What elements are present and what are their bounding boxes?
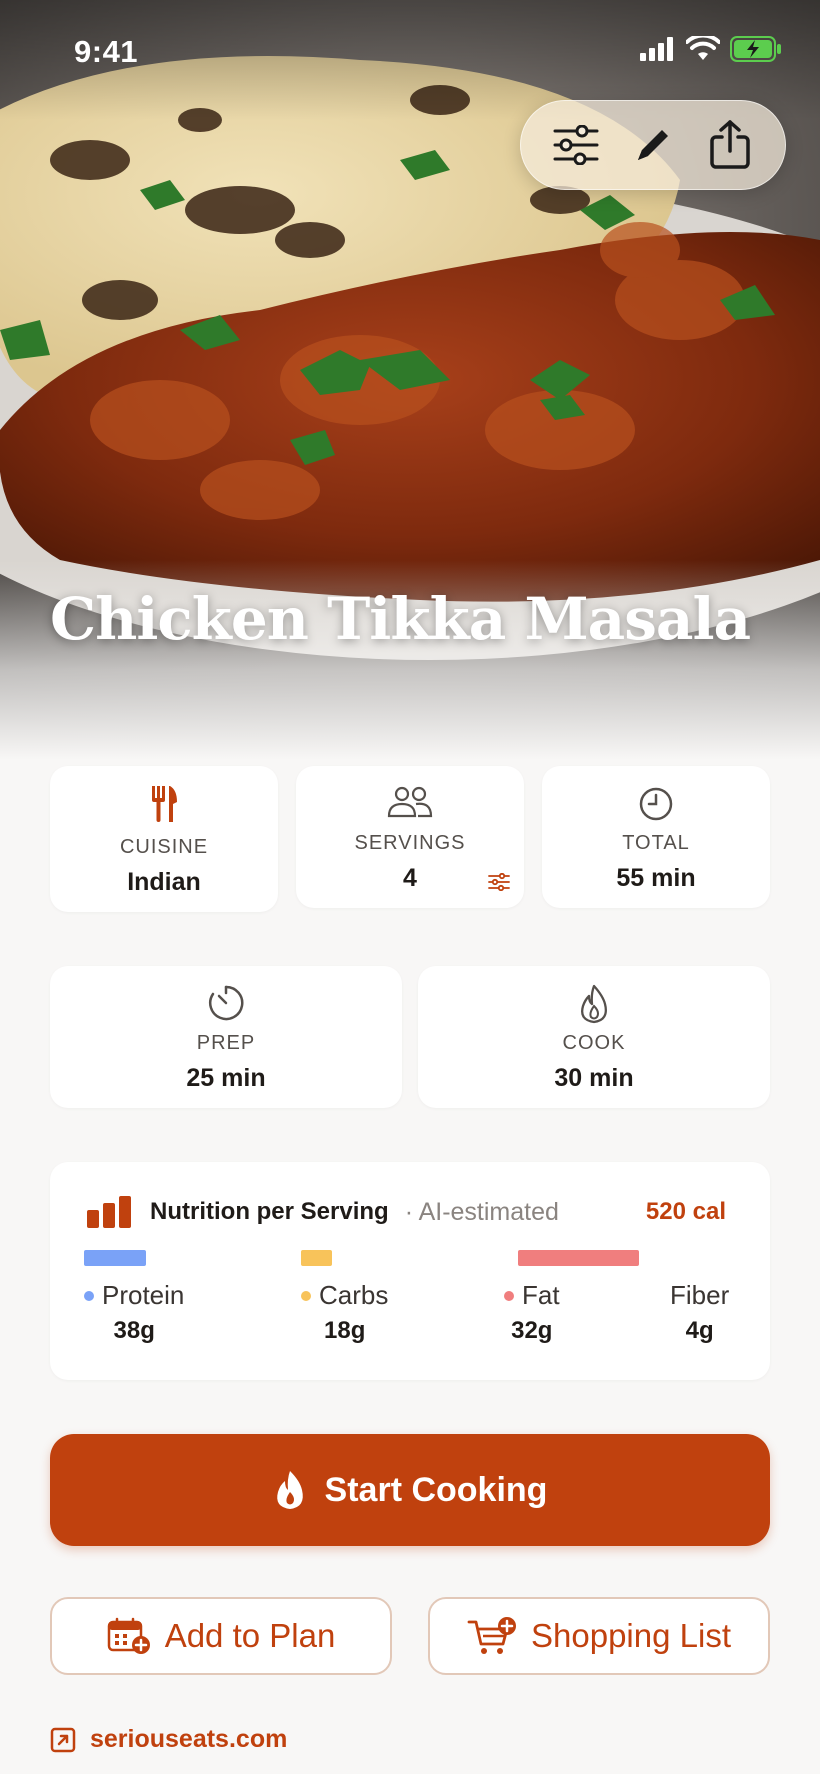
prep-time-card: PREP 25 min bbox=[50, 966, 402, 1108]
fat-bar bbox=[518, 1250, 639, 1266]
macro-fat: Fat 32g bbox=[504, 1280, 560, 1345]
carbs-bar bbox=[301, 1250, 332, 1266]
sliders-icon bbox=[553, 125, 599, 165]
cook-label: COOK bbox=[562, 1032, 626, 1054]
fat-value: 32g bbox=[511, 1317, 553, 1344]
source-link[interactable]: seriouseats.com bbox=[50, 1725, 287, 1754]
servings-label: SERVINGS bbox=[354, 832, 466, 854]
status-time: 9:41 bbox=[74, 34, 139, 69]
cook-value: 30 min bbox=[554, 1064, 634, 1092]
protein-value: 38g bbox=[113, 1317, 155, 1344]
adjust-servings-icon[interactable] bbox=[488, 872, 510, 896]
macro-protein: Protein 38g bbox=[84, 1280, 184, 1345]
prep-value: 25 min bbox=[186, 1064, 266, 1092]
share-button[interactable] bbox=[700, 115, 760, 175]
timer-icon bbox=[50, 984, 402, 1022]
cook-time-card: COOK 30 min bbox=[418, 966, 770, 1108]
start-cooking-button[interactable]: Start Cooking bbox=[50, 1434, 770, 1546]
cuisine-label: CUISINE bbox=[119, 836, 209, 858]
fork-knife-icon bbox=[50, 784, 278, 824]
prep-label: PREP bbox=[196, 1032, 256, 1054]
nutrition-card[interactable]: Nutrition per Serving · AI-estimated 520… bbox=[50, 1162, 770, 1380]
pencil-icon bbox=[637, 130, 668, 160]
protein-label: Protein bbox=[102, 1280, 185, 1310]
flame-icon bbox=[418, 984, 770, 1024]
wifi-icon bbox=[686, 36, 720, 60]
status-icons bbox=[640, 36, 782, 62]
bar-chart-icon bbox=[87, 1196, 131, 1228]
add-to-plan-button[interactable]: Add to Plan bbox=[50, 1597, 392, 1675]
total-label: TOTAL bbox=[622, 832, 690, 854]
total-time-card: TOTAL 55 min bbox=[542, 766, 770, 908]
cart-add-icon bbox=[467, 1617, 516, 1654]
protein-bar bbox=[84, 1250, 146, 1266]
nutrition-header: Nutrition per Serving · AI-estimated 520… bbox=[86, 1196, 726, 1228]
total-value: 55 min bbox=[616, 864, 696, 892]
external-link-icon bbox=[50, 1727, 76, 1752]
nutrition-title: Nutrition per Serving bbox=[150, 1198, 389, 1225]
edit-button[interactable] bbox=[623, 115, 683, 175]
status-bar: 9:41 bbox=[0, 0, 820, 100]
shopping-list-button[interactable]: Shopping List bbox=[428, 1597, 770, 1675]
cuisine-card: CUISINE Indian bbox=[50, 766, 278, 912]
add-to-plan-label: Add to Plan bbox=[164, 1617, 336, 1654]
recipe-title: Chicken Tikka Masala bbox=[50, 585, 751, 653]
calendar-add-icon bbox=[107, 1617, 150, 1654]
calories-value: 520 cal bbox=[645, 1198, 726, 1225]
share-icon bbox=[710, 120, 751, 169]
macro-fiber: Fiber 4g bbox=[670, 1280, 729, 1345]
clock-icon bbox=[542, 786, 770, 822]
flame-icon bbox=[276, 1471, 303, 1509]
fat-label: Fat bbox=[522, 1280, 560, 1310]
protein-dot bbox=[84, 1290, 94, 1301]
fat-dot bbox=[504, 1290, 514, 1301]
shopping-list-label: Shopping List bbox=[531, 1617, 731, 1654]
carbs-dot bbox=[301, 1290, 311, 1301]
carbs-value: 18g bbox=[324, 1317, 366, 1344]
people-icon bbox=[296, 786, 524, 818]
carbs-label: Carbs bbox=[319, 1280, 389, 1310]
ai-estimated-note: · AI-estimated bbox=[404, 1197, 559, 1226]
adjust-button[interactable] bbox=[546, 115, 606, 175]
recipe-actions-toolbar bbox=[520, 100, 786, 190]
start-cooking-label: Start Cooking bbox=[324, 1470, 548, 1509]
cuisine-value: Indian bbox=[127, 868, 201, 896]
fiber-label: Fiber bbox=[670, 1280, 730, 1310]
source-domain: seriouseats.com bbox=[90, 1725, 288, 1753]
macro-carbs: Carbs 18g bbox=[301, 1280, 388, 1345]
cellular-signal-icon bbox=[640, 37, 673, 61]
fiber-value: 4g bbox=[685, 1317, 714, 1344]
servings-card[interactable]: SERVINGS 4 bbox=[296, 766, 524, 908]
battery-charging-icon bbox=[730, 36, 781, 62]
